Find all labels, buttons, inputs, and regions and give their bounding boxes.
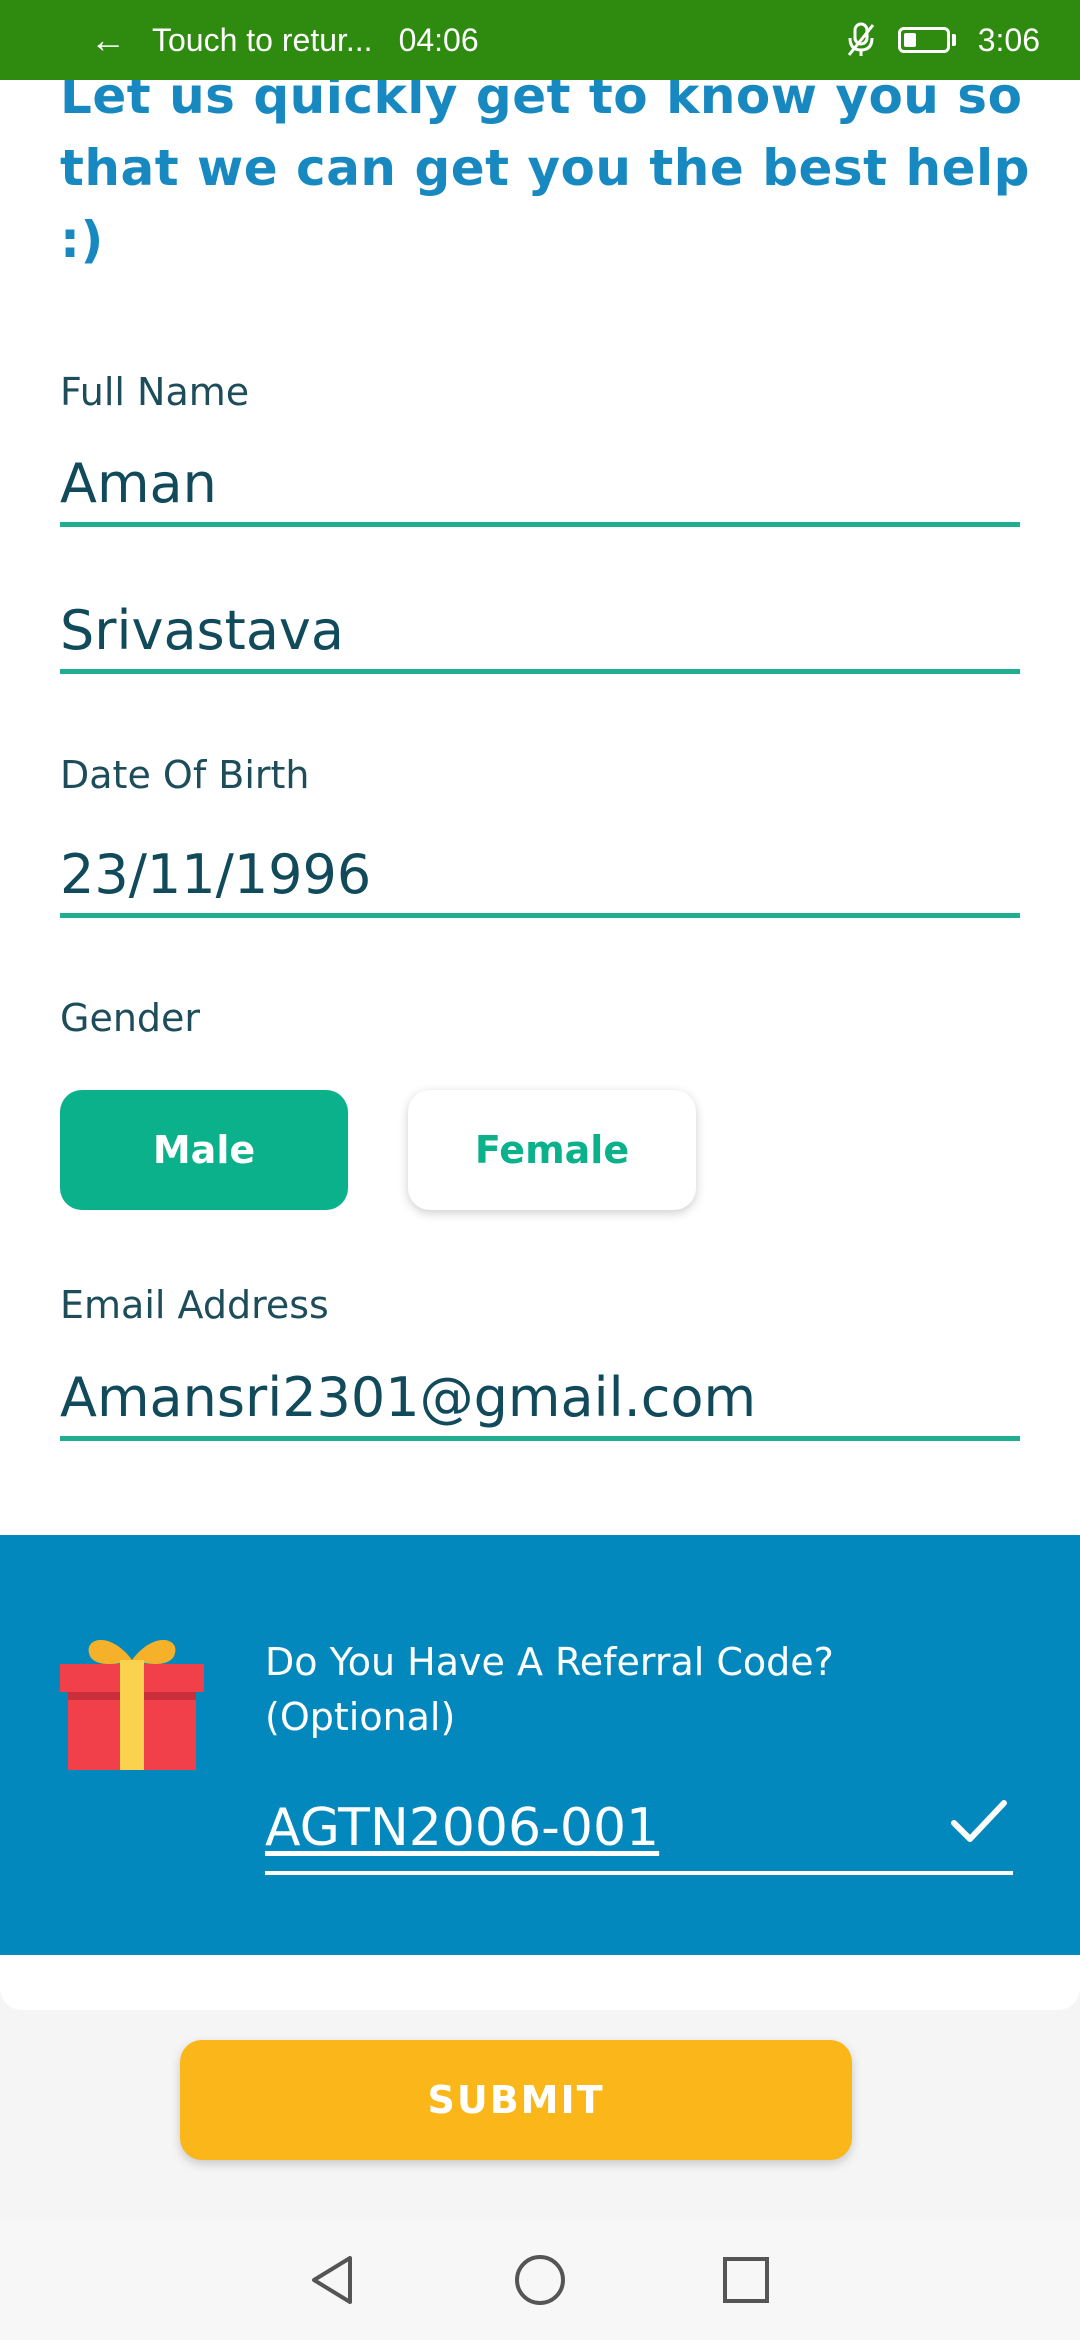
referral-label: Do You Have A Referral Code? (Optional) bbox=[265, 1640, 834, 1739]
full-name-label: Full Name bbox=[60, 370, 250, 414]
status-icons: 3:06 bbox=[846, 22, 1040, 59]
battery-icon bbox=[897, 27, 956, 53]
first-name-input[interactable] bbox=[60, 445, 1020, 527]
mic-off-icon bbox=[847, 22, 874, 56]
dob-input[interactable] bbox=[60, 836, 1020, 918]
gender-female-button[interactable]: Female bbox=[408, 1090, 696, 1210]
form-card-bottom bbox=[0, 1955, 1080, 2010]
referral-code-input[interactable] bbox=[265, 1785, 1013, 1875]
email-label: Email Address bbox=[60, 1283, 329, 1327]
dob-label: Date Of Birth bbox=[60, 753, 310, 797]
system-nav-bar bbox=[0, 2220, 1080, 2340]
referral-panel: Do You Have A Referral Code? (Optional) bbox=[0, 1535, 1080, 1955]
recents-square-icon[interactable] bbox=[718, 2252, 774, 2308]
call-return-text[interactable]: Touch to retur... bbox=[152, 22, 373, 59]
status-clock: 3:06 bbox=[977, 21, 1040, 58]
call-return-banner[interactable]: ← Touch to retur... 04:06 bbox=[90, 22, 846, 59]
call-timer: 04:06 bbox=[398, 21, 479, 58]
home-circle-icon[interactable] bbox=[512, 2252, 568, 2308]
check-icon bbox=[951, 1800, 1007, 1842]
email-input[interactable] bbox=[60, 1359, 1020, 1441]
gender-label: Gender bbox=[60, 996, 201, 1040]
status-bar: ← Touch to retur... 04:06 3:06 bbox=[0, 0, 1080, 80]
gift-icon bbox=[60, 1639, 204, 1770]
back-triangle-icon[interactable] bbox=[306, 2252, 362, 2308]
gender-male-button[interactable]: Male bbox=[60, 1090, 348, 1210]
intro-heading: Let us quickly get to know you so that w… bbox=[60, 67, 1030, 269]
submit-button[interactable]: SUBMIT bbox=[180, 2040, 852, 2160]
back-arrow-icon[interactable]: ← bbox=[90, 22, 126, 58]
last-name-input[interactable] bbox=[60, 592, 1020, 674]
